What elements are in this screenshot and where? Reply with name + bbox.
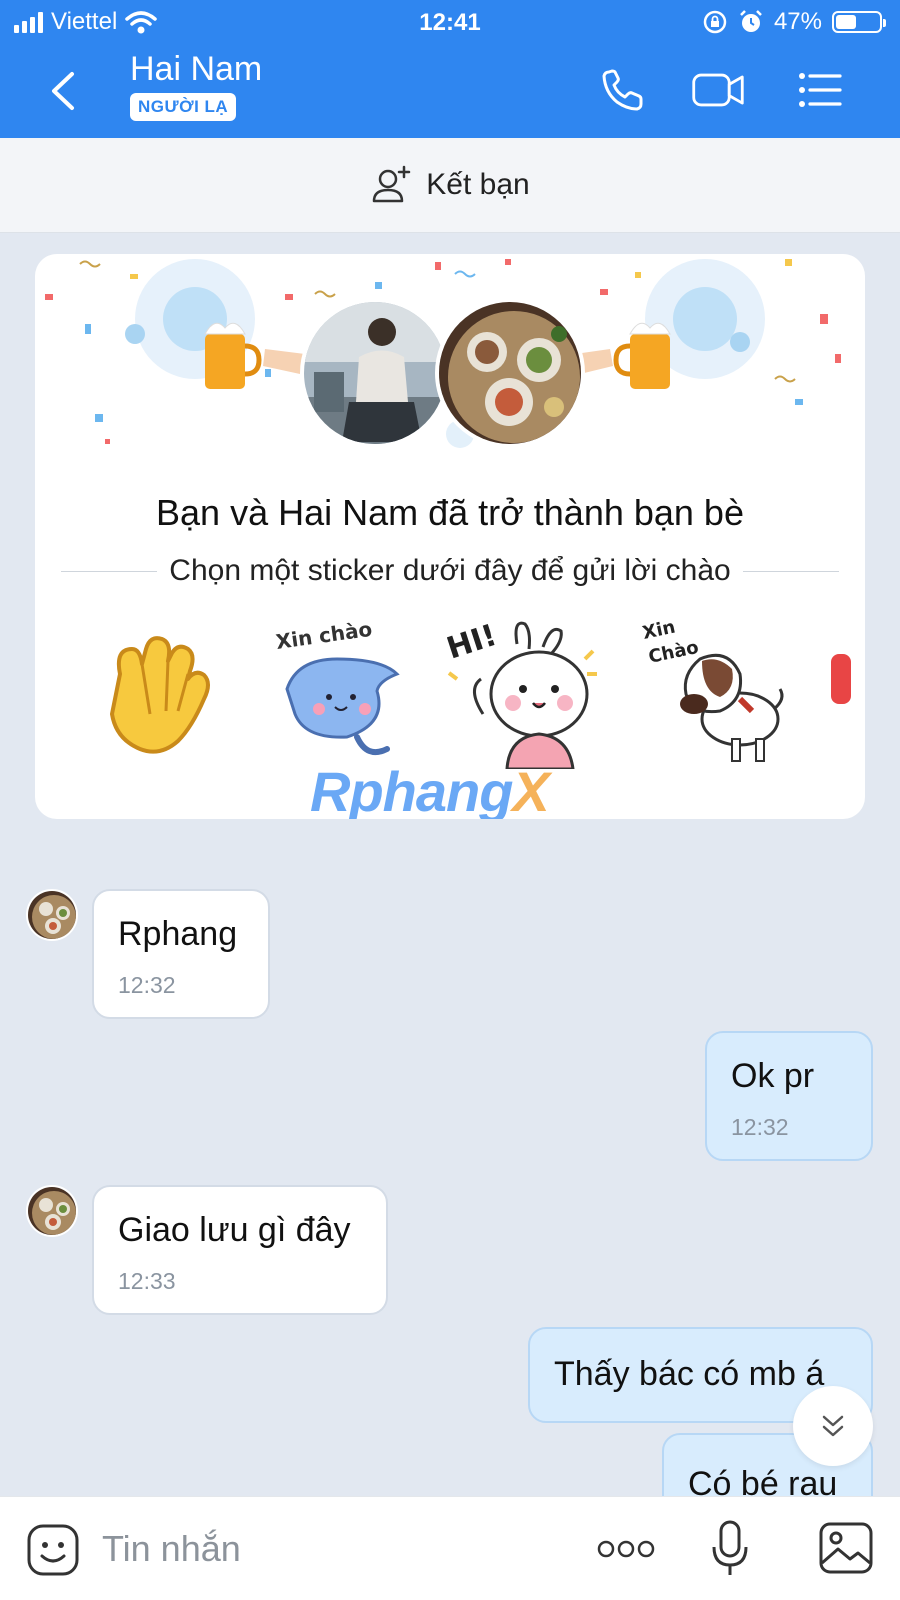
phone-icon[interactable] <box>595 62 651 118</box>
chat-title-block[interactable]: Hai Nam NGƯỜI LẠ <box>130 50 262 121</box>
sticker-caption-xin-chao: Xin chào <box>274 619 373 654</box>
message-time: 12:32 <box>118 972 176 998</box>
more-dots-icon[interactable] <box>596 1537 656 1561</box>
divider <box>742 570 840 572</box>
back-icon[interactable] <box>44 66 84 116</box>
image-icon[interactable] <box>818 1521 874 1575</box>
status-right: 47% <box>702 8 886 36</box>
message-input[interactable] <box>102 1523 542 1575</box>
friend-card-title: Bạn và Hai Nam đã trở thành bạn bè <box>156 492 744 533</box>
message-composer <box>0 1496 900 1600</box>
message-time: 12:33 <box>118 1268 176 1294</box>
sticker-caption-xin-chao-dog: Xin <box>641 619 678 644</box>
chevron-double-down-icon <box>822 1415 844 1437</box>
watermark: RphangX <box>310 760 550 819</box>
friend-card: Bạn và Hai Nam đã trở thành bạn bè Chọn … <box>35 254 865 819</box>
beer-mug-left-icon <box>204 322 305 389</box>
add-friend-label: Kết bạn <box>426 168 530 201</box>
xin-chao-cat-sticker[interactable]: Xin chào <box>267 619 417 769</box>
menu-icon[interactable] <box>792 62 848 118</box>
message-bubble-incoming[interactable]: Rphang 12:32 <box>92 889 270 1019</box>
orientation-lock-icon <box>703 10 727 34</box>
microphone-icon[interactable] <box>710 1519 750 1579</box>
friend-card-subtitle-row: Chọn một sticker dưới đây để gửi lời chà… <box>61 554 840 588</box>
chat-header: Viettel 12:41 47% Hai Nam NGƯỜI LẠ <box>0 0 900 138</box>
alarm-icon <box>740 10 762 32</box>
add-user-icon <box>373 165 411 203</box>
message-text: Rphang <box>118 915 238 953</box>
stranger-badge: NGƯỜI LẠ <box>130 93 237 121</box>
divider <box>61 570 158 572</box>
battery-icon <box>832 11 886 33</box>
status-bar: Viettel 12:41 47% <box>0 0 900 46</box>
sticker-smile-icon[interactable] <box>26 1523 80 1577</box>
battery-level <box>836 15 856 29</box>
sender-avatar[interactable] <box>26 889 78 941</box>
sender-avatar[interactable] <box>26 1185 78 1237</box>
message-text: Giao lưu gì đây <box>118 1211 351 1249</box>
waving-hand-sticker[interactable] <box>80 619 230 769</box>
battery-percent: 47% <box>773 8 822 35</box>
message-time: 12:32 <box>731 1114 789 1140</box>
video-camera-icon[interactable] <box>690 62 746 118</box>
message-bubble-outgoing[interactable]: Ok pr 12:32 <box>705 1031 873 1161</box>
message-bubble-incoming[interactable]: Giao lưu gì đây 12:33 <box>92 1185 388 1315</box>
scroll-to-bottom-button[interactable] <box>793 1386 873 1466</box>
xin-chao-dog-sticker[interactable]: Xin Chào <box>640 619 790 769</box>
beer-mug-right-icon <box>575 322 671 389</box>
message-text: Thấy bác có mb á <box>554 1355 825 1393</box>
add-friend-button[interactable]: Kết bạn <box>0 138 900 233</box>
chat-title: Hai Nam <box>130 50 263 88</box>
food-avatar-photo[interactable] <box>435 298 585 448</box>
friend-card-subtitle: Chọn một sticker dưới đây để gửi lời chà… <box>169 554 731 587</box>
user-avatar-photo[interactable] <box>300 298 450 448</box>
message-text: Ok pr <box>731 1057 815 1095</box>
sticker-caption-hi: HI! <box>447 619 501 667</box>
hi-bunny-sticker[interactable]: HI! <box>447 619 597 769</box>
more-stickers-hint[interactable] <box>831 654 851 704</box>
